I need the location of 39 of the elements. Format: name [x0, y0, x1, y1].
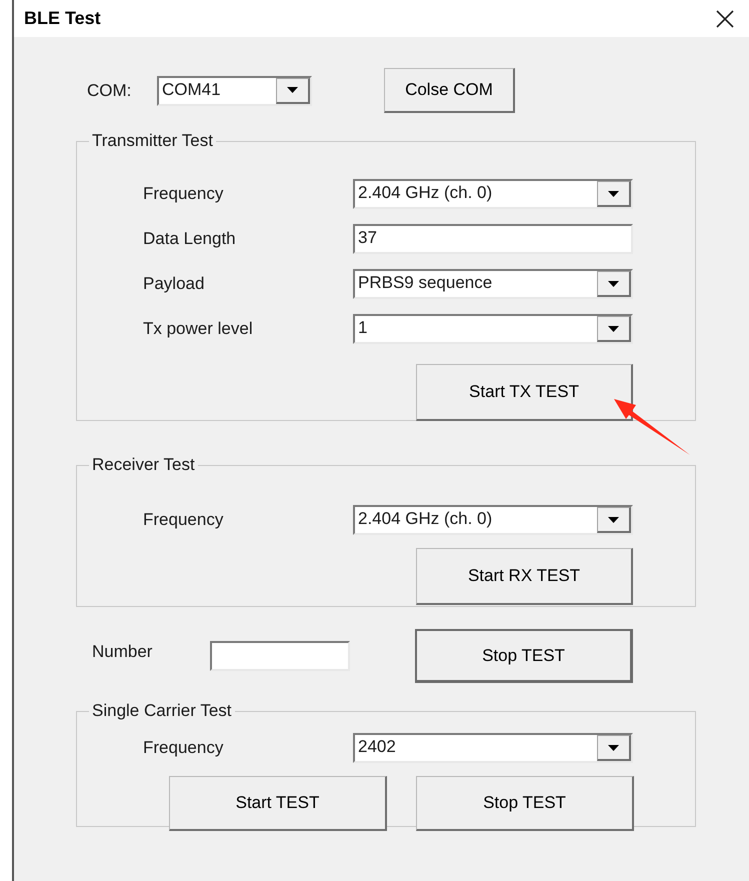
dropdown-arrow-button[interactable]	[597, 271, 631, 297]
push-button[interactable]: Colse COM	[384, 68, 515, 113]
caret-icon	[608, 190, 619, 196]
dropdown-arrow-button[interactable]	[597, 316, 631, 342]
com-label: COM:	[87, 80, 132, 102]
dropdown[interactable]: PRBS9 sequence	[353, 269, 633, 299]
push-button[interactable]: Start TEST	[169, 776, 387, 831]
caret-icon	[608, 326, 619, 332]
dropdown[interactable]: 2.404 GHz (ch. 0)	[353, 505, 633, 535]
group-title: Single Carrier Test	[91, 701, 233, 721]
field-label: Frequency	[143, 737, 224, 760]
caret-icon	[287, 87, 298, 93]
push-button[interactable]: Stop TEST	[416, 776, 634, 831]
field-label: Data Length	[143, 228, 237, 250]
push-button[interactable]: Start TX TEST	[416, 364, 633, 421]
push-button[interactable]: Stop TEST	[415, 629, 633, 683]
dropdown-arrow-button[interactable]	[597, 735, 631, 761]
input-field[interactable]	[210, 641, 350, 671]
close-icon[interactable]	[715, 8, 735, 28]
field-label: Frequency	[143, 183, 224, 206]
field-label: Tx power level	[143, 318, 254, 340]
caret-icon	[608, 744, 619, 750]
dropdown-arrow-button[interactable]	[597, 181, 631, 207]
dropdown[interactable]: 2402	[353, 733, 633, 763]
dropdown[interactable]: 2.404 GHz (ch. 0)	[353, 179, 633, 209]
dropdown[interactable]: 1	[353, 314, 633, 344]
group-title: Receiver Test	[91, 455, 196, 475]
input-field[interactable]: 37	[353, 224, 633, 254]
field-label: Frequency	[143, 509, 224, 532]
dropdown-arrow-button[interactable]	[276, 78, 310, 104]
group-title: Transmitter Test	[91, 131, 214, 151]
number-label: Number	[91, 641, 154, 663]
window-title: BLE Test	[24, 7, 101, 30]
field-label: Payload	[143, 273, 206, 296]
caret-icon	[608, 280, 619, 286]
dropdown[interactable]: COM41	[157, 76, 312, 106]
dropdown-arrow-button[interactable]	[597, 507, 631, 533]
caret-icon	[608, 516, 619, 522]
push-button[interactable]: Start RX TEST	[416, 548, 633, 605]
